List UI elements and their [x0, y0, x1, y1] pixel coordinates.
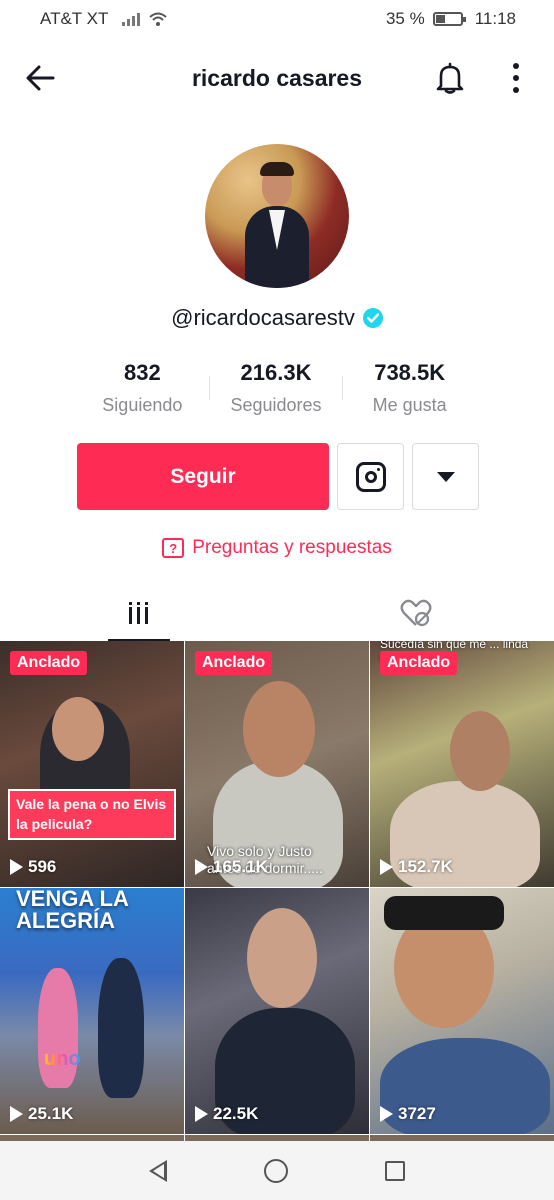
pinned-badge: Anclado	[195, 651, 273, 675]
status-bar: AT&T XT 35 % 11:18	[0, 0, 554, 38]
liked-hidden-icon	[400, 599, 431, 627]
instagram-button[interactable]	[337, 443, 404, 510]
stat-followers-value: 216.3K	[240, 360, 312, 386]
verified-badge-icon	[362, 308, 383, 328]
arrow-left-icon	[26, 65, 55, 91]
video-person	[98, 958, 144, 1098]
video-face	[52, 697, 104, 761]
username-row: @ricardocasarestv	[0, 298, 554, 338]
more-options-button[interactable]	[504, 60, 528, 96]
more-vertical-icon-dot	[513, 63, 519, 69]
stat-following-label: Siguiendo	[102, 394, 183, 415]
view-count-text: 152.7K	[398, 857, 453, 876]
play-icon	[380, 1106, 393, 1122]
video-thumbnail[interactable]: Sucedía sin que me ... linda melodía Anc…	[370, 641, 554, 887]
instagram-icon	[355, 461, 386, 492]
stat-likes: 738.5K Me gusta	[343, 360, 476, 415]
play-icon	[195, 859, 208, 875]
battery-icon	[432, 12, 466, 26]
profile-stats: 832 Siguiendo 216.3K Seguidores 738.5K M…	[76, 352, 476, 424]
video-thumbnail[interactable]: Anclado Vivo solo y Justo antes de dormi…	[185, 641, 369, 887]
play-icon	[195, 1106, 208, 1122]
stat-following[interactable]: 832 Siguiendo	[76, 360, 209, 415]
qa-label: Preguntas y respuestas	[192, 537, 392, 558]
play-icon	[380, 859, 393, 875]
page-title: ricardo casares	[191, 64, 363, 91]
tab-videos[interactable]	[0, 585, 277, 641]
pinned-badge: Anclado	[10, 651, 88, 675]
username: @ricardocasarestv	[171, 305, 355, 330]
view-count: 25.1K	[10, 1104, 73, 1124]
stat-followers[interactable]: 216.3K Seguidores	[210, 360, 343, 415]
system-nav-bar	[0, 1141, 554, 1200]
stat-following-value: 832	[123, 360, 161, 386]
view-count-text: 25.1K	[28, 1104, 74, 1123]
view-count: 596	[10, 857, 56, 877]
play-icon	[10, 859, 23, 875]
avatar[interactable]	[205, 144, 349, 288]
battery-percent: 35 %	[385, 9, 425, 28]
channel-logo: uno	[44, 1048, 81, 1070]
video-thumbnail[interactable]: VENGA LA ALEGRÍA uno 25.1K	[0, 888, 184, 1134]
pinned-badge: Anclado	[380, 651, 458, 675]
view-count-text: 165.1K	[213, 857, 268, 876]
video-caption: VENGA LA ALEGRÍA	[16, 888, 129, 933]
video-caption: Vale la pena o no Elvis la pelicula?	[8, 789, 176, 841]
status-left: AT&T XT	[40, 9, 168, 29]
stat-followers-label: Seguidores	[230, 394, 322, 415]
battery-fill	[435, 15, 445, 23]
view-count: 152.7K	[380, 857, 453, 877]
profile-tabs	[0, 585, 554, 641]
qa-link[interactable]: ? Preguntas y respuestas	[0, 530, 554, 566]
view-count-text: 22.5K	[213, 1104, 259, 1123]
view-count-text: 3727	[398, 1104, 436, 1123]
profile-header: ricardo casares	[0, 48, 554, 108]
video-thumbnail[interactable]: 3727	[370, 888, 554, 1134]
bell-icon	[436, 62, 464, 94]
stat-likes-label: Me gusta	[372, 394, 447, 415]
notifications-button[interactable]	[432, 60, 468, 96]
carrier-label: AT&T XT	[40, 9, 109, 28]
grid-icon	[129, 602, 148, 624]
nav-recents-icon[interactable]	[385, 1160, 406, 1181]
view-count: 165.1K	[195, 857, 268, 877]
video-thumbnail[interactable]: Anclado Vale la pena o no Elvis la pelic…	[0, 641, 184, 887]
stat-likes-value: 738.5K	[374, 360, 446, 386]
wifi-icon	[149, 12, 167, 26]
view-count: 3727	[380, 1104, 436, 1124]
nav-back-icon[interactable]	[148, 1159, 167, 1182]
video-grid: Anclado Vale la pena o no Elvis la pelic…	[0, 641, 554, 1134]
profile-actions: Seguir	[77, 443, 479, 510]
sunglasses	[384, 896, 504, 930]
nav-home-icon[interactable]	[263, 1158, 288, 1183]
follow-button[interactable]: Seguir	[77, 443, 329, 510]
clock: 11:18	[474, 9, 516, 28]
video-thumbnail[interactable]: 22.5K	[185, 888, 369, 1134]
more-vertical-icon-dot	[513, 75, 519, 81]
back-button[interactable]	[20, 60, 60, 96]
signal-icon	[122, 12, 141, 26]
more-vertical-icon-dot	[513, 87, 519, 93]
video-face	[450, 711, 510, 791]
suggested-accounts-button[interactable]	[412, 443, 479, 510]
avatar-hair	[260, 162, 294, 176]
view-count-text: 596	[28, 857, 57, 876]
tab-liked[interactable]	[277, 585, 554, 641]
question-bubble-icon: ?	[162, 538, 185, 558]
play-icon	[10, 1106, 23, 1122]
video-face	[243, 681, 315, 777]
view-count: 22.5K	[195, 1104, 258, 1124]
status-right: 35 % 11:18	[386, 9, 516, 29]
video-face	[247, 908, 317, 1008]
caret-down-icon	[436, 471, 455, 482]
